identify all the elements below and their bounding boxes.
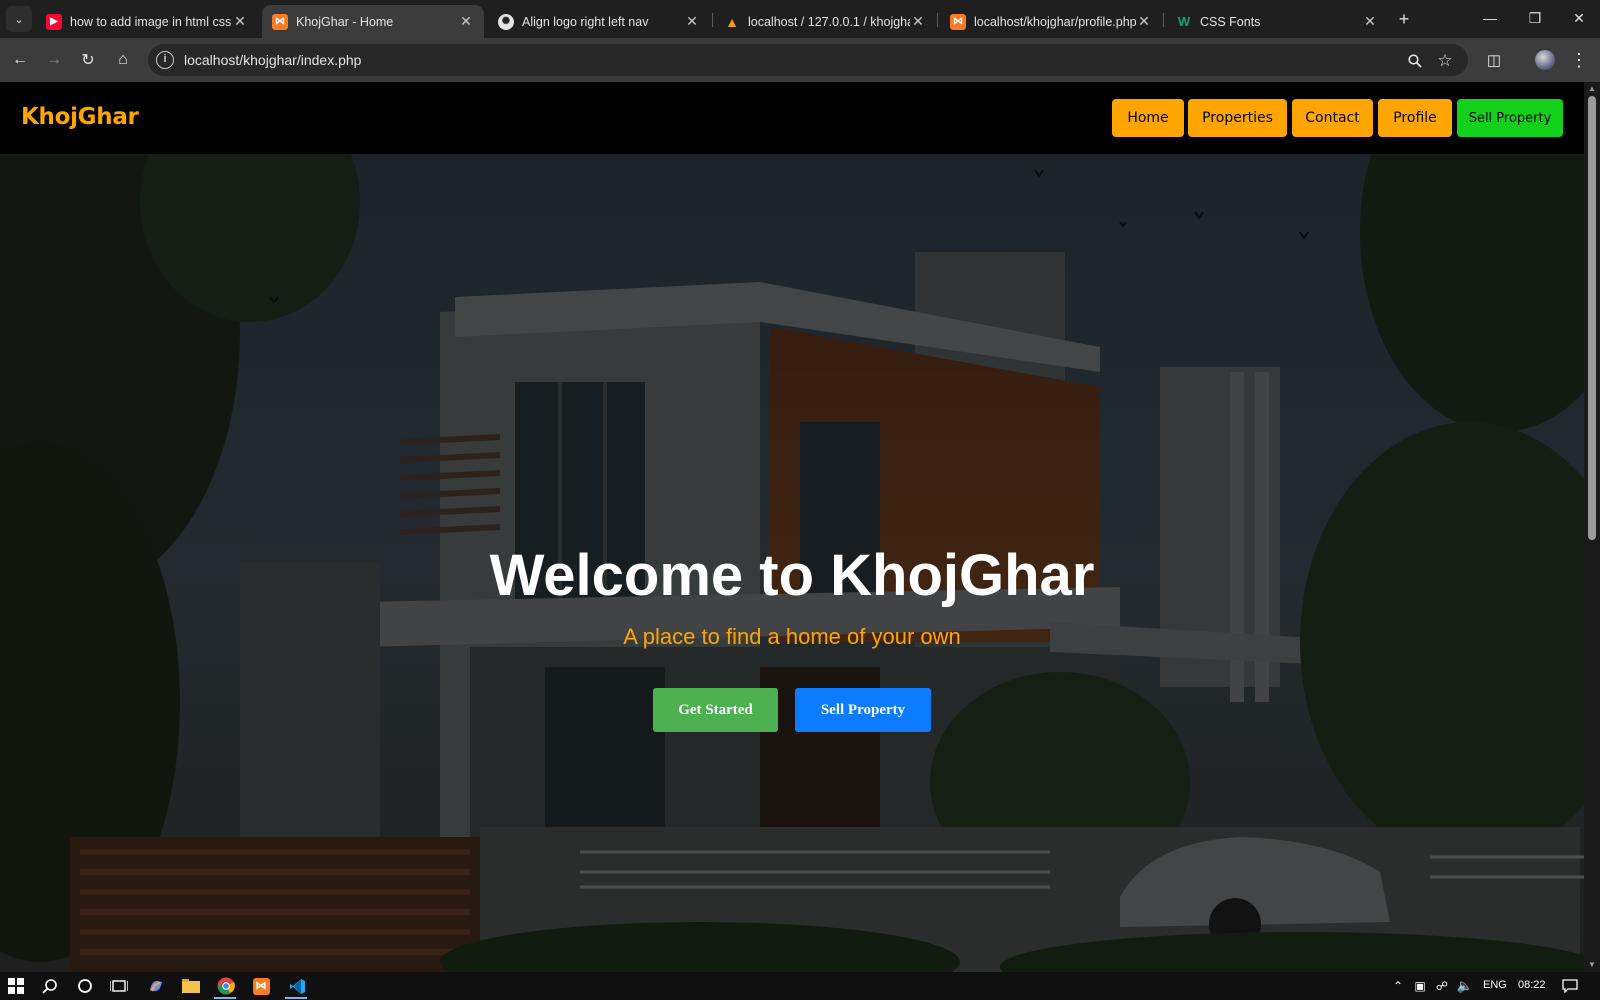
scrollbar-thumb[interactable] — [1588, 96, 1596, 540]
browser-toolbar: ← → ↻ ⌂ i localhost/khojghar/index.php ☆… — [0, 38, 1600, 82]
minimize-icon[interactable]: — — [1467, 0, 1513, 36]
file-explorer-icon[interactable] — [181, 976, 201, 996]
youtube-icon: ▶ — [46, 13, 62, 30]
tab-title: CSS Fonts — [1200, 14, 1261, 29]
tab-title: localhost/khojghar/profile.php — [974, 14, 1136, 29]
avatar — [1535, 50, 1555, 70]
forward-arrow-icon[interactable]: → — [41, 47, 67, 73]
profile-avatar[interactable] — [1532, 47, 1558, 73]
extensions-icon[interactable]: ◫ — [1481, 47, 1507, 73]
task-view-icon[interactable] — [109, 976, 129, 996]
tab-separator — [937, 13, 938, 27]
bookmark-star-icon[interactable]: ☆ — [1432, 48, 1458, 74]
scroll-up-icon[interactable]: ▲ — [1587, 84, 1597, 94]
tab-phpmyadmin[interactable]: ▲ localhost / 127.0.0.1 / khojghar ✕ — [714, 5, 936, 38]
tab-title: Align logo right left nav — [522, 14, 649, 29]
scroll-down-icon[interactable]: ▼ — [1587, 960, 1597, 970]
active-app-indicator — [214, 997, 236, 999]
tab-profile-php[interactable]: ⋈ localhost/khojghar/profile.php ✕ — [940, 5, 1162, 38]
nav-contact-button[interactable]: Contact — [1292, 99, 1373, 137]
browser-tab-strip: ⌄ ▶ how to add image in html css - ✕ ⋈ K… — [0, 0, 1600, 38]
xampp-icon: ⋈ — [950, 13, 966, 30]
tab-css-fonts[interactable]: W CSS Fonts ✕ — [1166, 5, 1388, 38]
zoom-icon[interactable] — [1402, 48, 1428, 74]
site-navbar: KhojGhar Home Properties Contact Profile… — [0, 82, 1584, 154]
xampp-icon: ⋈ — [272, 13, 288, 30]
meet-now-icon[interactable]: ▣ — [1410, 976, 1430, 996]
nav-properties-button[interactable]: Properties — [1188, 99, 1287, 137]
nav-sell-property-button[interactable]: Sell Property — [1457, 99, 1563, 137]
back-arrow-icon[interactable]: ← — [7, 47, 33, 73]
tab-chatgpt[interactable]: ✺ Align logo right left nav ✕ — [488, 5, 710, 38]
network-icon[interactable]: ☍ — [1432, 976, 1452, 996]
notification-center-icon[interactable] — [1560, 976, 1580, 996]
phpmyadmin-icon: ▲ — [725, 13, 739, 30]
xampp-taskbar-icon[interactable]: ⋈ — [251, 976, 271, 996]
nav-home-button[interactable]: Home — [1112, 99, 1184, 137]
hero-title: Welcome to KhojGhar — [489, 543, 1095, 608]
close-tab-icon[interactable]: ✕ — [1136, 13, 1152, 30]
windows-start-icon[interactable] — [6, 976, 26, 996]
w3schools-icon: W — [1177, 14, 1191, 29]
close-tab-icon[interactable]: ✕ — [684, 13, 700, 30]
chrome-icon[interactable] — [216, 976, 236, 996]
page-scrollbar[interactable]: ▲ ▼ — [1584, 82, 1600, 972]
new-tab-button[interactable]: + — [1392, 8, 1416, 30]
tab-search-chevron-icon[interactable]: ⌄ — [6, 6, 32, 32]
restore-icon[interactable]: ❐ — [1512, 0, 1558, 36]
more-menu-icon[interactable]: ⋮ — [1566, 47, 1592, 73]
close-tab-icon[interactable]: ✕ — [910, 13, 926, 30]
system-clock[interactable]: 08:22 — [1518, 979, 1546, 991]
reload-icon[interactable]: ↻ — [75, 47, 101, 73]
page-viewport: KhojGhar Home Properties Contact Profile… — [0, 82, 1584, 972]
url-text[interactable]: localhost/khojghar/index.php — [184, 52, 361, 68]
home-icon[interactable]: ⌂ — [110, 47, 136, 73]
tab-title: how to add image in html css - — [70, 14, 232, 29]
site-logo[interactable]: KhojGhar — [21, 104, 139, 130]
hero-background-image — [0, 82, 1584, 972]
close-window-icon[interactable]: ✕ — [1556, 0, 1600, 36]
vscode-icon[interactable] — [287, 976, 307, 996]
copilot-icon[interactable] — [146, 976, 166, 996]
hero-subtitle: A place to find a home of your own — [623, 624, 961, 649]
tab-title: KhojGhar - Home — [296, 14, 394, 29]
site-info-icon[interactable]: i — [156, 51, 174, 69]
input-language-indicator[interactable]: ENG — [1483, 979, 1507, 991]
tab-khojghar-home[interactable]: ⋈ KhojGhar - Home ✕ — [262, 5, 484, 38]
tab-separator — [712, 13, 713, 27]
search-icon[interactable] — [40, 976, 60, 996]
show-hidden-icons-chevron-icon[interactable]: ⌃ — [1388, 976, 1408, 996]
tab-youtube[interactable]: ▶ how to add image in html css - ✕ — [36, 5, 258, 38]
close-tab-icon[interactable]: ✕ — [232, 13, 248, 30]
close-tab-icon[interactable]: ✕ — [458, 13, 474, 30]
active-app-indicator — [285, 997, 307, 999]
address-bar[interactable]: i localhost/khojghar/index.php ☆ — [148, 44, 1468, 76]
windows-taskbar: ⋈ ⌃ ▣ ☍ 🔈 ENG 08:22 — [0, 972, 1600, 1000]
get-started-button[interactable]: Get Started — [653, 688, 778, 732]
close-tab-icon[interactable]: ✕ — [1362, 13, 1378, 30]
cortana-icon[interactable] — [75, 976, 95, 996]
sell-property-cta-button[interactable]: Sell Property — [795, 688, 931, 732]
tab-separator — [1163, 13, 1164, 27]
openai-icon: ✺ — [498, 13, 514, 30]
volume-icon[interactable]: 🔈 — [1455, 976, 1475, 996]
tab-title: localhost / 127.0.0.1 / khojghar — [748, 14, 910, 29]
nav-profile-button[interactable]: Profile — [1378, 99, 1452, 137]
